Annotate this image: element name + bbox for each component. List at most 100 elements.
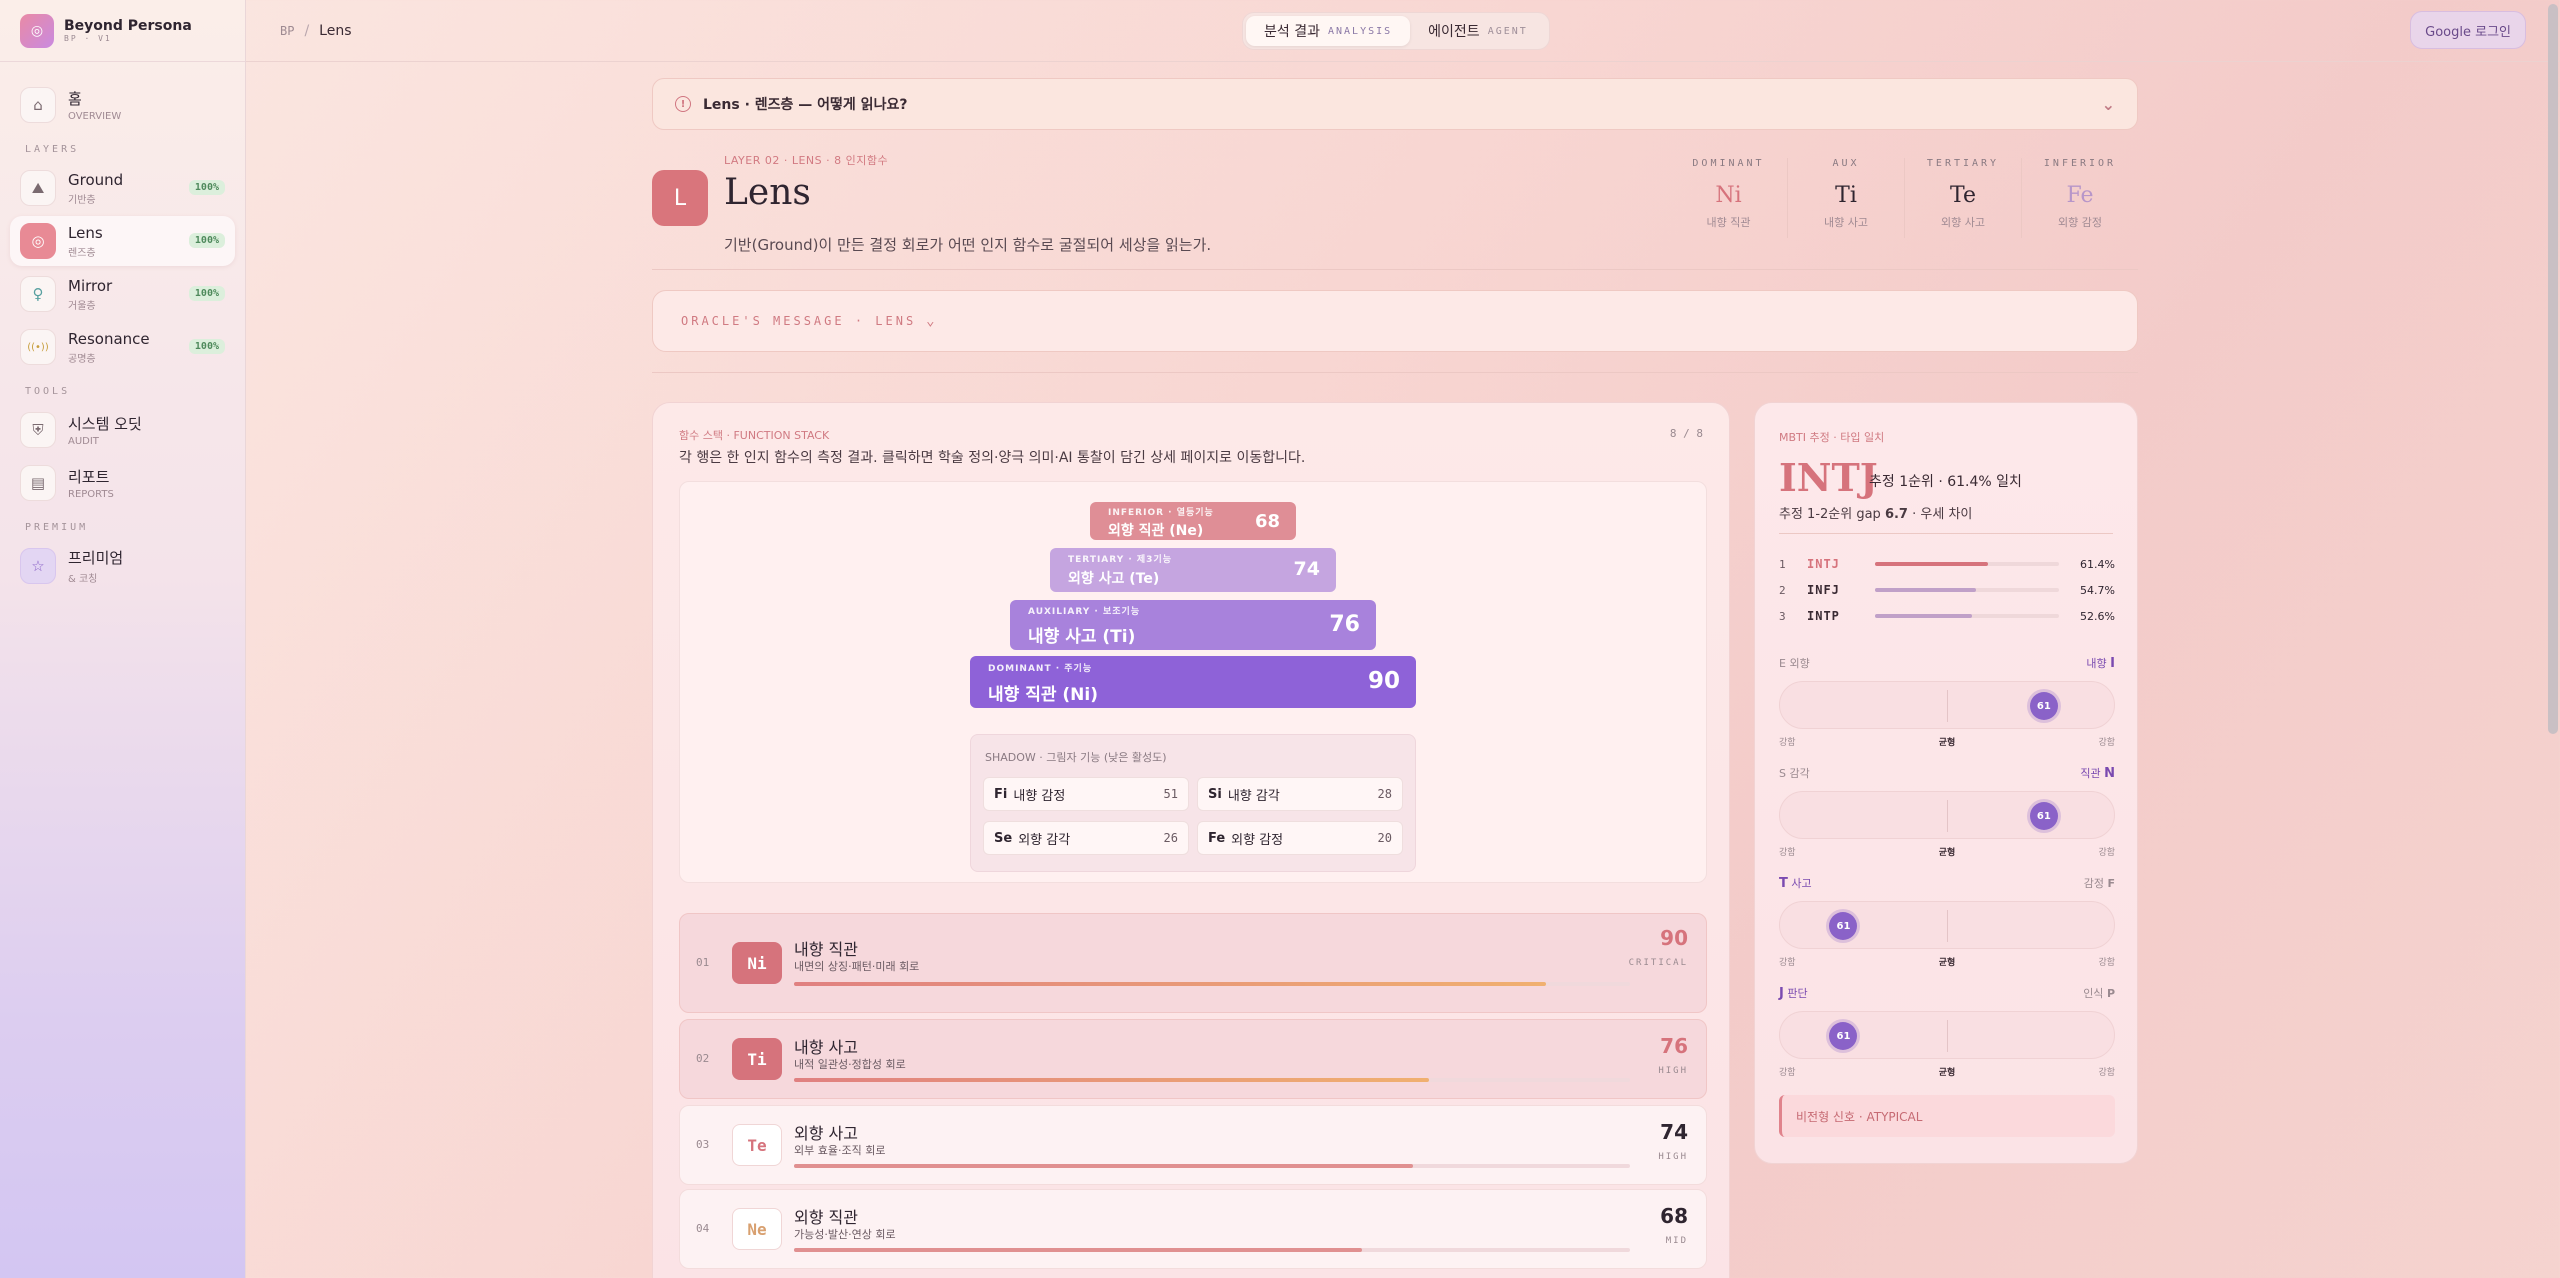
breadcrumb-root[interactable]: BP <box>280 24 294 38</box>
shadow-cell-se[interactable]: Se 외향 감각 26 <box>983 821 1189 855</box>
axis-right-code: F <box>2107 877 2115 890</box>
atypical-signal[interactable]: 비전형 신호 · ATYPICAL <box>1779 1095 2115 1137</box>
axis-right-label: 직관 N <box>2080 765 2115 781</box>
help-banner[interactable]: ! Lens · 렌즈층 — 어떻게 읽나요? ⌄ <box>652 78 2138 130</box>
candidate-track <box>1875 562 2059 566</box>
stack-eyebrow: 함수 스택 · FUNCTION STACK <box>679 429 830 442</box>
axis-right-code: N <box>2104 766 2115 781</box>
function-score: 90 <box>1660 926 1688 950</box>
shadow-functions: SHADOW · 그림자 기능 (낮은 활성도) Fi 내향 감정 51 Si 내향 … <box>970 734 1416 872</box>
brand[interactable]: ◎ Beyond Persona BP · V1 <box>0 0 245 62</box>
pyramid-bar-auxiliary[interactable]: AUXILIARY · 보조기능 내향 사고 (Ti) 76 <box>1010 600 1376 650</box>
function-stack-card: 함수 스택 · FUNCTION STACK 8 / 8 각 행은 한 인지 함… <box>652 402 1730 1278</box>
axis-knob: 61 <box>2029 692 2058 720</box>
oracle-message-toggle[interactable]: ORACLE'S MESSAGE · LENS ⌄ <box>652 290 2138 352</box>
breadcrumb-current: Lens <box>319 22 352 39</box>
shadow-cell-si[interactable]: Si 내향 감각 28 <box>1197 777 1403 811</box>
function-row-ni[interactable]: 01 Ni 내향 직관 내면의 상징·패턴·미래 회로 90 CRITICAL <box>679 913 1707 1013</box>
pyramid-bar-name: 외향 사고 (Te) <box>1068 571 1160 587</box>
function-label: INFERIOR <box>2043 158 2117 169</box>
google-login-button[interactable]: Google 로그인 <box>2410 11 2526 49</box>
shadow-cell-fe[interactable]: Fe 외향 감정 20 <box>1197 821 1403 855</box>
function-badge: Ti <box>732 1038 782 1080</box>
page-description: 기반(Ground)이 만든 결정 회로가 어떤 인지 함수로 굴절되어 세상을… <box>724 236 1212 254</box>
function-description: 내적 일관성·정합성 회로 <box>794 1058 906 1071</box>
function-row-te[interactable]: 03 Te 외향 사고 외부 효율·조직 회로 74 HIGH <box>679 1105 1707 1185</box>
sidebar-item-resonance[interactable]: ((•)) Resonance 공명층 100% <box>10 322 235 372</box>
pyramid-bar-label: DOMINANT · 주기능 <box>988 664 1093 674</box>
score-track <box>794 1078 1630 1082</box>
function-label: AUX <box>1832 158 1860 169</box>
axis-right-code: I <box>2110 656 2115 671</box>
info-icon: ! <box>675 96 691 112</box>
sidebar-item-label: Resonance <box>68 329 150 348</box>
sidebar-item-sub: 거울층 <box>68 300 96 312</box>
axis-right-name: 인식 <box>2083 987 2104 1000</box>
mbti-eyebrow: MBTI 추정 · 타입 일치 <box>1779 431 1885 444</box>
axis-right-name: 감정 <box>2083 877 2104 890</box>
scale-center: 균형 <box>1938 738 1956 748</box>
candidate-fill <box>1875 614 1972 618</box>
axis-left-code: E <box>1779 657 1786 670</box>
help-banner-text: Lens · 렌즈층 — 어떻게 읽나요? <box>703 97 908 113</box>
nav-section-premium: PREMIUM <box>25 522 89 533</box>
sidebar-item-audit[interactable]: ⛨ 시스템 오딧 AUDIT <box>10 405 235 455</box>
axis-left-code: J <box>1779 986 1784 1001</box>
sidebar-item-mirror[interactable]: ♀ Mirror 거울층 100% <box>10 269 235 319</box>
layer-header: L LAYER 02 · LENS · 8 인지함수 Lens 기반(Groun… <box>652 148 2138 270</box>
scale-center: 균형 <box>1938 958 1956 968</box>
sidebar-item-label: Mirror <box>68 276 113 295</box>
sidebar-item-home[interactable]: ⌂ 홈 OVERVIEW <box>10 80 235 130</box>
sidebar: ◎ Beyond Persona BP · V1 ⌂ 홈 OVERVIEW LAY… <box>0 0 246 1278</box>
pyramid-bar-tertiary[interactable]: TERTIARY · 제3기능 외향 사고 (Te) 74 <box>1050 548 1336 592</box>
stack-description: 각 행은 한 인지 함수의 측정 결과. 클릭하면 학술 정의·양극 의미·AI… <box>679 450 1306 466</box>
candidate-rank: 2 <box>1779 583 1786 597</box>
tab-analysis[interactable]: 분석 결과 ANALYSIS <box>1246 16 1411 46</box>
shadow-code: Fe <box>1208 830 1226 846</box>
function-label: TERTIARY <box>1926 158 2000 169</box>
mbti-estimate-card: MBTI 추정 · 타입 일치 INTJ 추정 1순위 · 61.4% 일치 추… <box>1754 402 2138 1164</box>
function-badge: Te <box>732 1124 782 1166</box>
chevron-down-icon[interactable]: ⌄ <box>2102 95 2115 114</box>
home-icon: ⌂ <box>20 87 56 123</box>
function-row-ti[interactable]: 02 Ti 내향 사고 내적 일관성·정합성 회로 76 HIGH <box>679 1019 1707 1099</box>
function-score: 68 <box>1660 1204 1688 1228</box>
function-pyramid: INFERIOR · 열등기능 외향 직관 (Ne) 68 TERTIARY ·… <box>679 481 1707 883</box>
pyramid-bar-value: 68 <box>1254 511 1280 532</box>
candidate-rank: 1 <box>1779 557 1786 571</box>
chevron-down-icon: ⌄ <box>926 313 938 329</box>
pyramid-bar-inferior[interactable]: INFERIOR · 열등기능 외향 직관 (Ne) 68 <box>1090 502 1296 540</box>
layer-eyebrow: LAYER 02 · LENS · 8 인지함수 <box>724 154 889 167</box>
function-score: 76 <box>1660 1034 1688 1058</box>
candidate-rank: 3 <box>1779 609 1786 623</box>
pyramid-bar-dominant[interactable]: DOMINANT · 주기능 내향 직관 (Ni) 90 <box>970 656 1416 708</box>
shadow-title: SHADOW · 그림자 기능 (낮은 활성도) <box>985 751 1167 764</box>
axis-ei: E 외향 내향 I 61 강함 균형 강함 <box>1779 655 2115 748</box>
function-row-ne[interactable]: 04 Ne 외향 직관 가능성·발산·연상 회로 68 MID <box>679 1189 1707 1269</box>
star-icon: ☆ <box>20 548 56 584</box>
axis-right-label: 내향 I <box>2086 655 2115 671</box>
row-number: 03 <box>696 1138 710 1151</box>
main-content: ! Lens · 렌즈층 — 어떻게 읽나요? ⌄ L LAYER 02 · L… <box>652 78 2138 1278</box>
shadow-name: 내향 감각 <box>1227 788 1280 804</box>
page-scrollbar[interactable] <box>2548 4 2558 734</box>
sidebar-item-reports[interactable]: ▤ 리포트 REPORTS <box>10 458 235 508</box>
function-title: 외향 직관 <box>794 1208 858 1227</box>
tab-agent[interactable]: 에이전트 AGENT <box>1410 16 1546 46</box>
shadow-cell-fi[interactable]: Fi 내향 감정 51 <box>983 777 1189 811</box>
sidebar-item-ground[interactable]: ⛰ Ground 기반층 100% <box>10 163 235 213</box>
function-name: 내향 사고 <box>1824 216 1868 229</box>
axis-center-line <box>1947 1020 1948 1052</box>
scale-center: 균형 <box>1938 848 1956 858</box>
gap-suffix: · 우세 차이 <box>1912 507 1973 522</box>
axis-left-label: T 사고 <box>1779 875 1812 891</box>
function-code: Ti <box>1835 183 1857 208</box>
sidebar-item-lens[interactable]: ◎ Lens 렌즈층 100% <box>10 216 235 266</box>
sidebar-item-sub: REPORTS <box>68 489 114 500</box>
axis-sn: S 감각 직관 N 61 강함 균형 강함 <box>1779 765 2115 858</box>
row-number: 04 <box>696 1222 710 1235</box>
sidebar-item-label: 시스템 오딧 <box>68 415 142 433</box>
sidebar-item-premium[interactable]: ☆ 프리미엄 & 코칭 <box>10 541 235 591</box>
shadow-name: 내향 감정 <box>1013 788 1066 804</box>
ground-icon: ⛰ <box>20 170 56 206</box>
